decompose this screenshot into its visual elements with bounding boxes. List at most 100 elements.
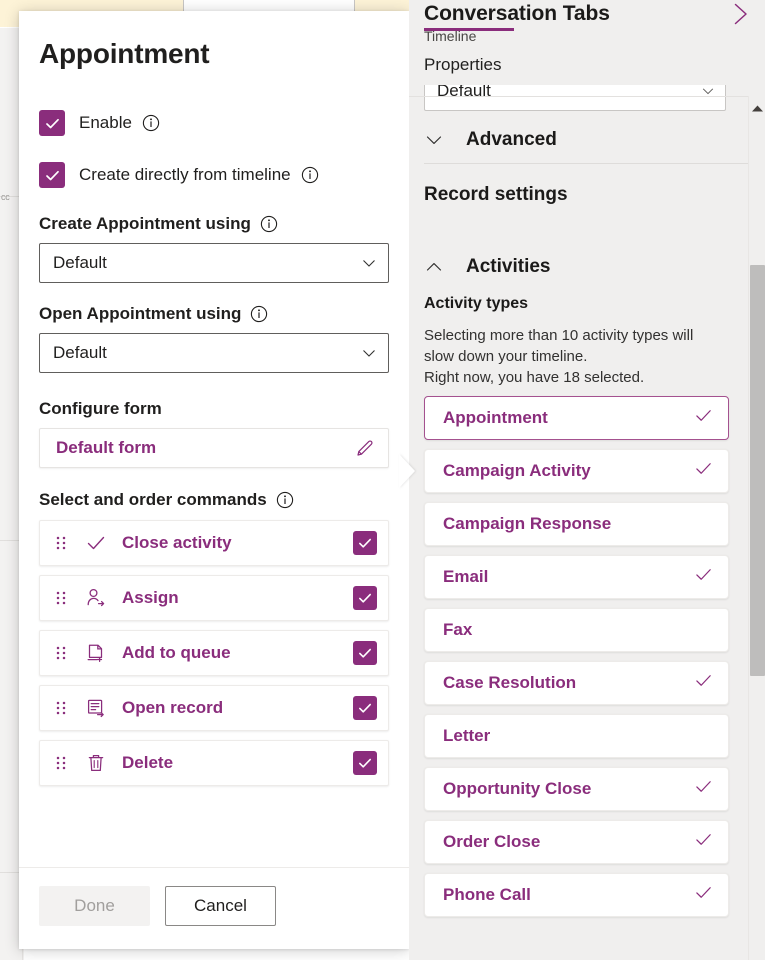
checkmark-icon — [357, 645, 373, 661]
clipped-dropdown-clip: Default — [424, 85, 726, 113]
advanced-label: Advanced — [466, 129, 557, 151]
command-checkbox[interactable] — [353, 696, 377, 720]
activity-type-label: Campaign Activity — [443, 461, 694, 481]
activity-type-row[interactable]: Letter — [424, 714, 729, 758]
activity-type-label: Campaign Response — [443, 514, 713, 534]
select-commands-label: Select and order commands — [39, 490, 267, 510]
command-checkbox[interactable] — [353, 586, 377, 610]
configure-form-label: Configure form — [39, 399, 162, 419]
checkmark-icon — [44, 167, 61, 184]
command-row[interactable]: Close activity — [39, 520, 389, 566]
configure-form-box[interactable]: Default form — [39, 428, 389, 468]
create-appointment-using-value: Default — [53, 253, 361, 273]
activity-type-label: Fax — [443, 620, 713, 640]
activity-type-row[interactable]: Email — [424, 555, 729, 599]
activity-type-label: Case Resolution — [443, 673, 694, 693]
done-button[interactable]: Done — [39, 886, 150, 926]
panel-default-dropdown[interactable]: Default — [424, 85, 726, 111]
activity-note-line-1: Selecting more than 10 activity types wi… — [424, 325, 750, 346]
create-appointment-using-dropdown[interactable]: Default — [39, 243, 389, 283]
scroll-up-arrow-icon — [751, 104, 764, 113]
command-row[interactable]: Delete — [39, 740, 389, 786]
configure-form-value: Default form — [56, 438, 354, 458]
activities-section-header[interactable]: Activities — [409, 256, 765, 278]
callout-pointer — [399, 454, 415, 488]
appointment-dialog: Appointment Enable — [19, 11, 409, 949]
chevron-down-icon — [361, 345, 377, 361]
drag-handle-icon[interactable] — [56, 755, 66, 771]
activity-note-line-2: slow down your timeline. — [424, 346, 750, 367]
info-icon[interactable] — [301, 166, 319, 184]
activities-label: Activities — [466, 256, 550, 278]
checkmark-icon — [694, 777, 713, 801]
panel-tabs: Properties — [409, 55, 765, 81]
pencil-icon[interactable] — [354, 437, 376, 459]
tab-active-indicator — [424, 28, 514, 31]
activity-type-label: Letter — [443, 726, 713, 746]
command-checkbox[interactable] — [353, 531, 377, 555]
command-row[interactable]: Add to queue — [39, 630, 389, 676]
chevron-down-icon — [424, 130, 444, 150]
activity-type-row[interactable]: Campaign Activity — [424, 449, 729, 493]
dialog-title: Appointment — [39, 38, 389, 70]
commands-list: Close activity — [39, 520, 389, 786]
command-row[interactable]: Open record — [39, 685, 389, 731]
scroll-up-button[interactable] — [749, 100, 765, 118]
command-checkbox[interactable] — [353, 751, 377, 775]
info-icon[interactable] — [260, 215, 278, 233]
info-icon[interactable] — [142, 114, 160, 132]
scrollbar-thumb[interactable] — [750, 265, 765, 676]
activity-type-label: Order Close — [443, 832, 694, 852]
activity-type-row[interactable]: Phone Call — [424, 873, 729, 917]
command-checkbox[interactable] — [353, 641, 377, 665]
command-label: Add to queue — [122, 643, 353, 663]
activity-type-label: Email — [443, 567, 694, 587]
chevron-down-icon — [361, 255, 377, 271]
chevron-right-icon — [727, 1, 753, 27]
properties-panel: Conversation Tabs Timeline Properties De… — [409, 0, 765, 960]
activity-type-label: Opportunity Close — [443, 779, 694, 799]
drag-handle-icon[interactable] — [56, 590, 66, 606]
panel-expand-button[interactable] — [727, 1, 753, 32]
open-appointment-using-dropdown[interactable]: Default — [39, 333, 389, 373]
cancel-button[interactable]: Cancel — [165, 886, 276, 926]
checkmark-icon — [694, 459, 713, 483]
advanced-divider — [424, 163, 750, 164]
activity-type-row[interactable]: Fax — [424, 608, 729, 652]
info-icon[interactable] — [276, 491, 294, 509]
create-directly-checkbox[interactable] — [39, 162, 65, 188]
record-settings-title: Record settings — [409, 184, 765, 206]
activity-type-row[interactable]: Campaign Response — [424, 502, 729, 546]
tab-properties[interactable]: Properties — [424, 55, 501, 81]
open-appointment-using-value: Default — [53, 343, 361, 363]
command-row[interactable]: Assign — [39, 575, 389, 621]
drag-handle-icon[interactable] — [56, 700, 66, 716]
panel-title: Conversation Tabs — [424, 2, 743, 26]
command-label: Open record — [122, 698, 353, 718]
checkmark-icon — [357, 590, 373, 606]
activity-type-row[interactable]: Order Close — [424, 820, 729, 864]
checkmark-icon — [694, 406, 713, 430]
enable-checkbox-row[interactable]: Enable — [39, 110, 389, 136]
dialog-footer: Done Cancel — [19, 867, 409, 949]
panel-header: Conversation Tabs Timeline — [409, 0, 765, 44]
panel-scrollbar[interactable] — [748, 96, 765, 960]
enable-label: Enable — [79, 113, 132, 133]
activity-type-row[interactable]: Appointment — [424, 396, 729, 440]
select-commands-label-row: Select and order commands — [39, 490, 389, 510]
checkmark-icon — [694, 671, 713, 695]
checkmark-icon — [83, 532, 109, 554]
open-record-icon — [83, 697, 109, 719]
drag-handle-icon[interactable] — [56, 645, 66, 661]
advanced-section-header[interactable]: Advanced — [409, 129, 765, 151]
create-appointment-using-label-row: Create Appointment using — [39, 214, 389, 234]
drag-handle-icon[interactable] — [56, 535, 66, 551]
checkmark-icon — [694, 830, 713, 854]
activity-type-row[interactable]: Opportunity Close — [424, 767, 729, 811]
create-directly-checkbox-row[interactable]: Create directly from timeline — [39, 162, 389, 188]
activity-type-row[interactable]: Case Resolution — [424, 661, 729, 705]
create-directly-label: Create directly from timeline — [79, 165, 291, 185]
enable-checkbox[interactable] — [39, 110, 65, 136]
info-icon[interactable] — [250, 305, 268, 323]
checkmark-icon — [44, 115, 61, 132]
